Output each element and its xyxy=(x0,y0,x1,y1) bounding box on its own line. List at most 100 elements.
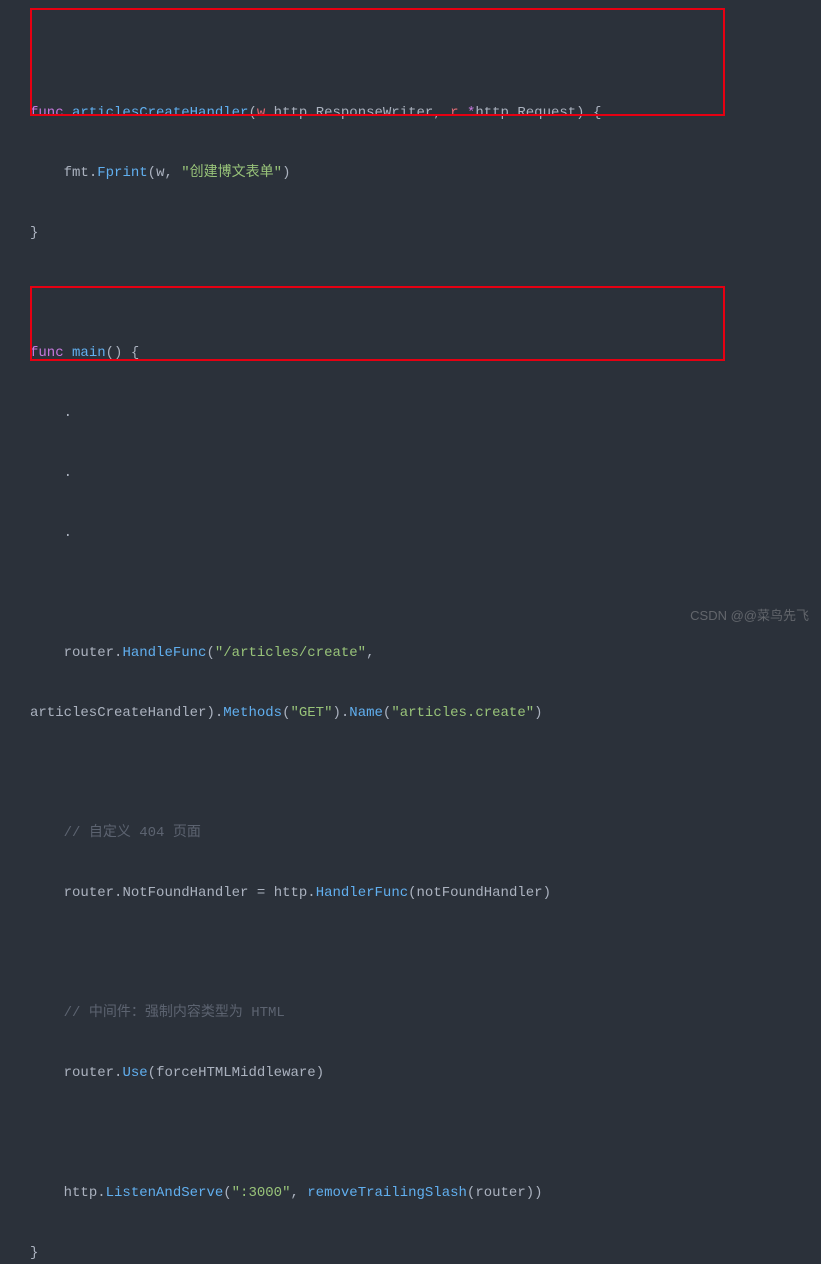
punct: . xyxy=(215,705,223,721)
ident: router xyxy=(64,645,114,661)
punct: ) xyxy=(282,165,290,181)
keyword: func xyxy=(30,105,64,121)
punct: ) xyxy=(316,1065,324,1081)
func-call: Name xyxy=(349,705,383,721)
punct: ) xyxy=(543,885,551,901)
code-line: router.HandleFunc("/articles/create", xyxy=(30,638,791,668)
code-line xyxy=(30,1118,791,1148)
func-call: Methods xyxy=(223,705,282,721)
func-call: removeTrailingSlash xyxy=(307,1185,467,1201)
punct: . xyxy=(114,645,122,661)
punct: , xyxy=(433,105,450,121)
ident: router xyxy=(64,1065,114,1081)
punct: ( xyxy=(467,1185,475,1201)
punct: ( xyxy=(148,1065,156,1081)
code-line: // 中间件：强制内容类型为 HTML xyxy=(30,998,791,1028)
blank xyxy=(30,945,38,961)
dot: . xyxy=(64,405,72,421)
string: "/articles/create" xyxy=(215,645,366,661)
space xyxy=(64,345,72,361)
punct: . xyxy=(114,1065,122,1081)
punct: ) xyxy=(534,1185,542,1201)
indent xyxy=(30,465,64,481)
code-line: router.NotFoundHandler = http.HandlerFun… xyxy=(30,878,791,908)
punct: ) xyxy=(206,705,214,721)
ident: http xyxy=(64,1185,98,1201)
func-call: ListenAndServe xyxy=(106,1185,224,1201)
ident: router xyxy=(64,885,114,901)
indent xyxy=(30,525,64,541)
blank xyxy=(30,765,38,781)
punct: . xyxy=(307,105,315,121)
func-name: main xyxy=(72,345,106,361)
code-block: func articlesCreateHandler(w http.Respon… xyxy=(30,8,791,1264)
punct: , xyxy=(290,1185,307,1201)
watermark: CSDN @@菜鸟先飞 xyxy=(690,605,809,624)
code-line: . xyxy=(30,398,791,428)
code-line: } xyxy=(30,218,791,248)
func-call: Fprint xyxy=(97,165,147,181)
punct: ) xyxy=(526,1185,534,1201)
arg: forceHTMLMiddleware xyxy=(156,1065,316,1081)
code-line xyxy=(30,938,791,968)
punct: ( xyxy=(383,705,391,721)
string: ":3000" xyxy=(232,1185,291,1201)
string: "articles.create" xyxy=(391,705,534,721)
ident: articlesCreateHandler xyxy=(30,705,206,721)
punct: ) xyxy=(534,705,542,721)
punct: ( xyxy=(148,165,156,181)
indent xyxy=(30,1005,64,1021)
func-call: HandleFunc xyxy=(122,645,206,661)
comment: // 自定义 404 页面 xyxy=(64,825,201,841)
op: = xyxy=(248,885,273,901)
code-line: router.Use(forceHTMLMiddleware) xyxy=(30,1058,791,1088)
type: ResponseWriter xyxy=(316,105,434,121)
indent xyxy=(30,645,64,661)
punct: . xyxy=(341,705,349,721)
code-line xyxy=(30,578,791,608)
func-name: articlesCreateHandler xyxy=(72,105,248,121)
code-line: http.ListenAndServe(":3000", removeTrail… xyxy=(30,1178,791,1208)
string: "创建博文表单" xyxy=(181,165,282,181)
code-line: . xyxy=(30,518,791,548)
indent xyxy=(30,885,64,901)
func-call: Use xyxy=(122,1065,147,1081)
space xyxy=(265,105,273,121)
code-line: fmt.Fprint(w, "创建博文表单") xyxy=(30,158,791,188)
prop: NotFoundHandler xyxy=(122,885,248,901)
code-line: articlesCreateHandler).Methods("GET").Na… xyxy=(30,698,791,728)
punct: () { xyxy=(106,345,140,361)
blank xyxy=(30,1125,38,1141)
punct: ( xyxy=(223,1185,231,1201)
blank xyxy=(30,285,38,301)
arg: notFoundHandler xyxy=(417,885,543,901)
brace: } xyxy=(30,225,38,241)
dot: . xyxy=(64,465,72,481)
dot: . xyxy=(64,525,72,541)
punct: , xyxy=(366,645,374,661)
ident: http xyxy=(274,885,308,901)
func-call: HandlerFunc xyxy=(316,885,408,901)
indent xyxy=(30,165,64,181)
type: http xyxy=(475,105,509,121)
punct: . xyxy=(307,885,315,901)
code-line: func articlesCreateHandler(w http.Respon… xyxy=(30,98,791,128)
code-line: func main() { xyxy=(30,338,791,368)
indent xyxy=(30,1185,64,1201)
param: w xyxy=(257,105,265,121)
punct: . xyxy=(114,885,122,901)
indent xyxy=(30,405,64,421)
punct: ) { xyxy=(576,105,601,121)
punct: , xyxy=(164,165,181,181)
space xyxy=(459,105,467,121)
punct: . xyxy=(97,1185,105,1201)
punct: ) xyxy=(332,705,340,721)
indent xyxy=(30,825,64,841)
punct: . xyxy=(89,165,97,181)
type: http xyxy=(274,105,308,121)
comment: // 中间件：强制内容类型为 HTML xyxy=(64,1005,285,1021)
code-line xyxy=(30,758,791,788)
blank xyxy=(30,585,38,601)
punct: ( xyxy=(206,645,214,661)
string: "GET" xyxy=(290,705,332,721)
